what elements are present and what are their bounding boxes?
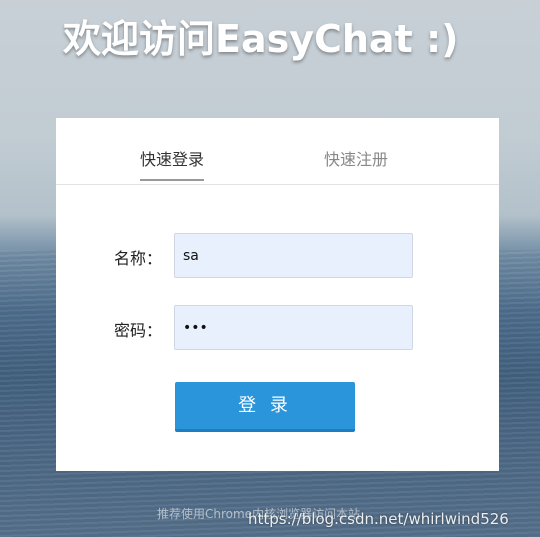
password-input[interactable] <box>174 305 413 350</box>
page-title: 欢迎访问EasyChat :) <box>63 17 459 61</box>
page: { "header": { "title": "欢迎访问EasyChat :)"… <box>0 0 540 537</box>
username-label: 名称： <box>114 249 163 268</box>
username-row: 名称： <box>56 233 499 279</box>
login-card: 快速登录 快速注册 名称： 密码： 登 录 <box>56 118 499 471</box>
username-input[interactable] <box>174 233 413 278</box>
password-row: 密码： <box>56 305 499 351</box>
tab-quick-login[interactable]: 快速登录 <box>140 146 205 181</box>
tab-quick-register[interactable]: 快速注册 <box>324 146 388 170</box>
login-button[interactable]: 登 录 <box>175 382 355 432</box>
password-label: 密码： <box>114 321 163 340</box>
watermark: https://blog.csdn.net/whirlwind526 <box>248 510 509 528</box>
tab-bar: 快速登录 快速注册 <box>56 118 499 185</box>
